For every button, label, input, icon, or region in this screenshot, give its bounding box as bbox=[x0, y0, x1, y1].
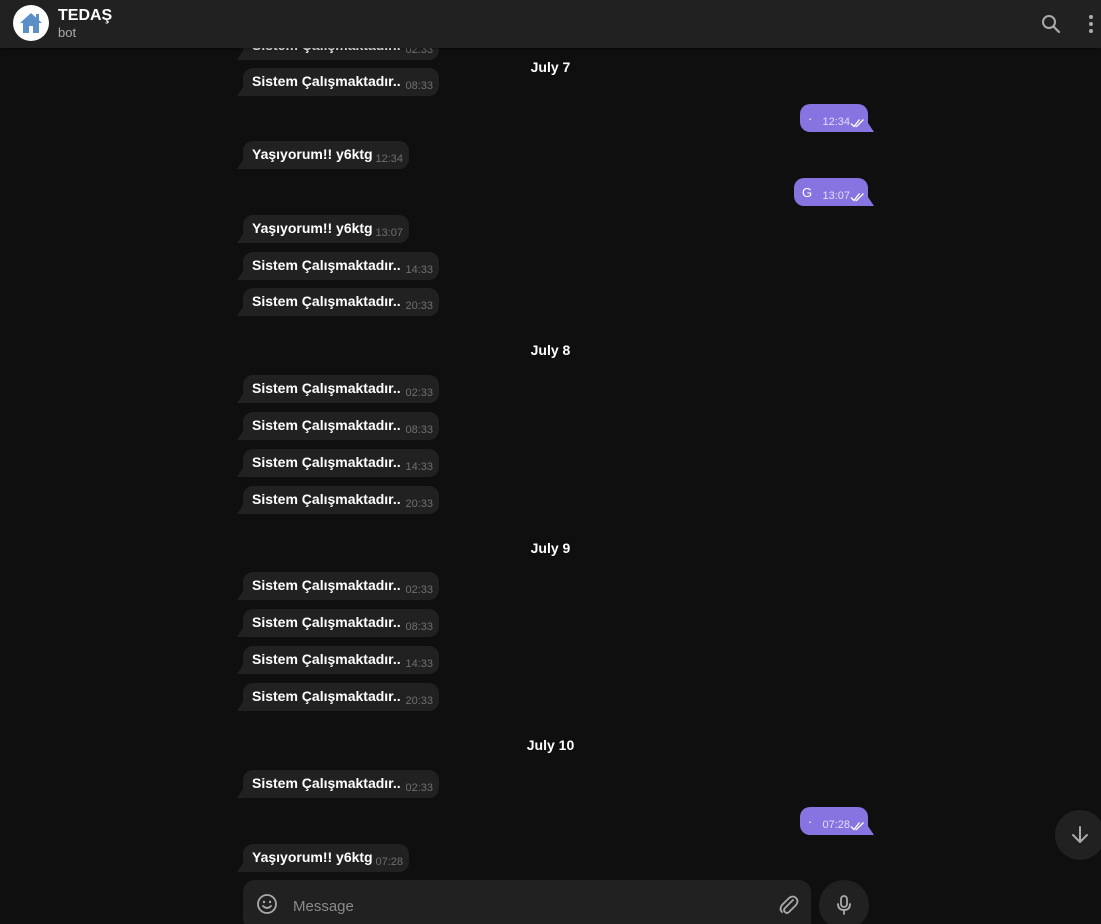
message-time: 02:33 bbox=[405, 584, 433, 596]
chat-window: Sistem Çalışmaktadır.. 02:33 July 7 Sist… bbox=[0, 0, 1101, 924]
message-incoming[interactable]: Yaşıyorum!! y6ktg 12:34 bbox=[237, 141, 409, 169]
smile-icon[interactable] bbox=[255, 892, 279, 916]
double-check-icon bbox=[850, 119, 864, 128]
chat-header[interactable]: TEDAŞ bot bbox=[0, 0, 1101, 48]
chat-status: bot bbox=[58, 25, 77, 40]
message-time: 20:33 bbox=[405, 300, 433, 312]
message-incoming[interactable]: Sistem Çalışmaktadır.. 20:33 bbox=[237, 683, 439, 711]
message-time: 12:34 bbox=[822, 116, 850, 128]
search-icon bbox=[1042, 15, 1061, 34]
message-outgoing[interactable]: · 07:28 bbox=[800, 807, 874, 835]
message-incoming[interactable]: Sistem Çalışmaktadır.. 14:33 bbox=[237, 252, 439, 280]
microphone-icon bbox=[837, 895, 851, 915]
message-incoming[interactable]: Sistem Çalışmaktadır.. 08:33 bbox=[237, 609, 439, 637]
message-text: Sistem Çalışmaktadır.. bbox=[252, 454, 401, 470]
more-button[interactable] bbox=[1079, 12, 1101, 36]
message-time: 02:33 bbox=[405, 387, 433, 399]
message-time: 07:28 bbox=[822, 819, 850, 831]
date-separator: July 10 bbox=[0, 736, 1101, 754]
message-incoming[interactable]: Yaşıyorum!! y6ktg 07:28 bbox=[237, 844, 409, 872]
message-text: Sistem Çalışmaktadır.. bbox=[252, 651, 401, 667]
scroll-down-button[interactable] bbox=[1055, 810, 1101, 860]
message-incoming[interactable]: Sistem Çalışmaktadır.. 20:33 bbox=[237, 288, 439, 316]
message-incoming[interactable]: Sistem Çalışmaktadır.. 20:33 bbox=[237, 486, 439, 514]
date-separator: July 9 bbox=[0, 539, 1101, 557]
message-text: Sistem Çalışmaktadır.. bbox=[252, 491, 401, 507]
message-time: 13:07 bbox=[375, 227, 403, 239]
avatar[interactable] bbox=[13, 5, 49, 41]
message-text: Sistem Çalışmaktadır.. bbox=[252, 577, 401, 593]
message-time: 08:33 bbox=[405, 424, 433, 436]
message-incoming[interactable]: Yaşıyorum!! y6ktg 13:07 bbox=[237, 215, 409, 243]
message-text: Yaşıyorum!! y6ktg bbox=[252, 849, 373, 865]
search-button[interactable] bbox=[1039, 12, 1063, 36]
message-time: 14:33 bbox=[405, 658, 433, 670]
message-time: 08:33 bbox=[405, 80, 433, 92]
chat-title[interactable]: TEDAŞ bbox=[58, 7, 112, 25]
message-time: 02:33 bbox=[405, 782, 433, 794]
message-text: Sistem Çalışmaktadır.. bbox=[252, 73, 401, 89]
message-outgoing[interactable]: · 12:34 bbox=[800, 104, 874, 132]
date-label: July 8 bbox=[526, 341, 575, 359]
message-text: Sistem Çalışmaktadır.. bbox=[252, 380, 401, 396]
message-incoming[interactable]: Sistem Çalışmaktadır.. 02:33 bbox=[237, 375, 439, 403]
more-vertical-icon bbox=[1089, 15, 1093, 33]
message-time: 14:33 bbox=[405, 461, 433, 473]
double-check-icon bbox=[850, 193, 864, 202]
paperclip-icon[interactable] bbox=[776, 893, 800, 917]
message-text: Sistem Çalışmaktadır.. bbox=[252, 688, 401, 704]
message-text: Sistem Çalışmaktadır.. bbox=[252, 775, 401, 791]
date-label: July 7 bbox=[526, 58, 575, 76]
message-incoming[interactable]: Sistem Çalışmaktadır.. 14:33 bbox=[237, 646, 439, 674]
home-icon bbox=[20, 13, 42, 33]
message-incoming[interactable]: Sistem Çalışmaktadır.. 08:33 bbox=[237, 68, 439, 96]
date-separator: July 8 bbox=[0, 341, 1101, 359]
message-time: 13:07 bbox=[822, 190, 850, 202]
message-time: 12:34 bbox=[375, 153, 403, 165]
message-incoming[interactable]: Sistem Çalışmaktadır.. 02:33 bbox=[237, 770, 439, 798]
message-composer bbox=[243, 880, 811, 924]
microphone-button[interactable] bbox=[819, 880, 869, 924]
message-text: Yaşıyorum!! y6ktg bbox=[252, 146, 373, 162]
message-incoming[interactable]: Sistem Çalışmaktadır.. 02:33 bbox=[237, 572, 439, 600]
message-text: Sistem Çalışmaktadır.. bbox=[252, 417, 401, 433]
message-incoming[interactable]: Sistem Çalışmaktadır.. 14:33 bbox=[237, 449, 439, 477]
arrow-down-icon bbox=[1072, 826, 1088, 843]
message-time: 20:33 bbox=[405, 498, 433, 510]
message-outgoing[interactable]: G 13:07 bbox=[794, 178, 874, 206]
date-label: July 10 bbox=[522, 736, 579, 754]
date-label: July 9 bbox=[526, 539, 575, 557]
message-time: 20:33 bbox=[405, 695, 433, 707]
double-check-icon bbox=[850, 822, 864, 831]
message-text: Sistem Çalışmaktadır.. bbox=[252, 293, 401, 309]
message-list[interactable]: Sistem Çalışmaktadır.. 02:33 July 7 Sist… bbox=[0, 0, 1101, 924]
date-separator: July 7 bbox=[0, 58, 1101, 76]
message-time: 14:33 bbox=[405, 264, 433, 276]
message-incoming[interactable]: Sistem Çalışmaktadır.. 08:33 bbox=[237, 412, 439, 440]
message-time: 07:28 bbox=[375, 856, 403, 868]
message-text: Sistem Çalışmaktadır.. bbox=[252, 257, 401, 273]
message-input[interactable] bbox=[291, 894, 765, 918]
message-text: G bbox=[802, 185, 813, 200]
message-time: 08:33 bbox=[405, 621, 433, 633]
message-text: Yaşıyorum!! y6ktg bbox=[252, 220, 373, 236]
message-text: · bbox=[808, 814, 813, 829]
message-text: · bbox=[808, 111, 813, 126]
message-text: Sistem Çalışmaktadır.. bbox=[252, 614, 401, 630]
